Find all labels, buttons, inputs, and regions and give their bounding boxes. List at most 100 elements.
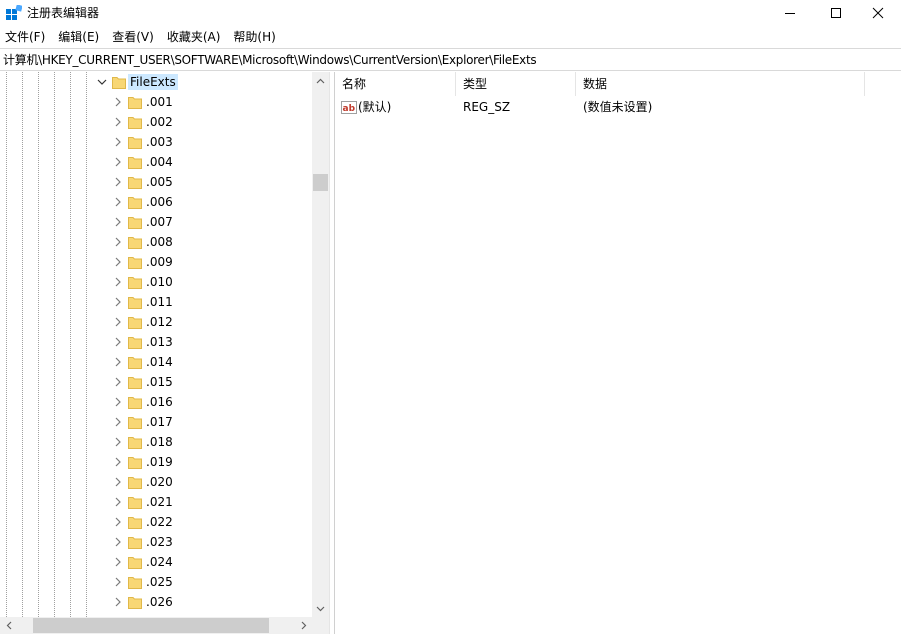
chevron-right-icon[interactable] xyxy=(112,96,124,108)
tree-node[interactable]: .007 xyxy=(0,212,312,232)
folder-icon xyxy=(128,477,142,489)
menu-edit[interactable]: 编辑(E) xyxy=(52,27,106,47)
chevron-right-icon[interactable] xyxy=(112,176,124,188)
chevron-right-icon[interactable] xyxy=(112,316,124,328)
folder-icon xyxy=(128,97,142,109)
horizontal-scroll-thumb[interactable] xyxy=(33,618,269,633)
minimize-button[interactable] xyxy=(767,0,813,26)
chevron-right-icon[interactable] xyxy=(112,236,124,248)
string-value-icon: ab xyxy=(341,101,357,114)
window-title: 注册表编辑器 xyxy=(27,6,100,20)
tree-node-label: .006 xyxy=(146,195,173,209)
tree-node[interactable]: .022 xyxy=(0,512,312,532)
scroll-down-button[interactable] xyxy=(312,600,329,617)
chevron-right-icon[interactable] xyxy=(112,136,124,148)
chevron-right-icon[interactable] xyxy=(112,476,124,488)
menu-view[interactable]: 查看(V) xyxy=(106,27,161,47)
tree-node[interactable]: .003 xyxy=(0,132,312,152)
tree-node[interactable]: .001 xyxy=(0,92,312,112)
vertical-scroll-thumb[interactable] xyxy=(313,174,328,191)
chevron-right-icon[interactable] xyxy=(112,376,124,388)
tree-node[interactable]: .017 xyxy=(0,412,312,432)
tree-node[interactable]: .019 xyxy=(0,452,312,472)
maximize-button[interactable] xyxy=(813,0,859,26)
chevron-right-icon[interactable] xyxy=(112,416,124,428)
title-bar[interactable]: 注册表编辑器 xyxy=(0,0,901,26)
tree-node[interactable]: .008 xyxy=(0,232,312,252)
chevron-right-icon[interactable] xyxy=(112,116,124,128)
tree-node-label: .021 xyxy=(146,495,173,509)
maximize-icon xyxy=(831,8,841,18)
list-item[interactable]: ab (默认) REG_SZ (数值未设置) xyxy=(335,97,901,117)
tree-node-label: .016 xyxy=(146,395,173,409)
tree-node[interactable]: .005 xyxy=(0,172,312,192)
tree-node-label: .010 xyxy=(146,275,173,289)
chevron-right-icon[interactable] xyxy=(112,276,124,288)
column-header-name[interactable]: 名称 xyxy=(335,72,456,96)
folder-icon xyxy=(128,357,142,369)
tree-node[interactable]: .006 xyxy=(0,192,312,212)
chevron-right-icon[interactable] xyxy=(112,596,124,608)
tree-node-label: .020 xyxy=(146,475,173,489)
folder-icon xyxy=(128,417,142,429)
tree-pane[interactable]: FileExts .001 .002 .003 .004 .005 .006 .007 .00… xyxy=(0,72,329,634)
chevron-right-icon[interactable] xyxy=(112,456,124,468)
chevron-right-icon[interactable] xyxy=(112,156,124,168)
address-bar[interactable]: 计算机\HKEY_CURRENT_USER\SOFTWARE\Microsoft… xyxy=(0,48,901,71)
chevron-right-icon[interactable] xyxy=(112,576,124,588)
scroll-corner xyxy=(312,617,329,634)
tree-node[interactable]: .002 xyxy=(0,112,312,132)
tree-node[interactable]: .020 xyxy=(0,472,312,492)
tree-node[interactable]: .009 xyxy=(0,252,312,272)
tree-node[interactable]: .016 xyxy=(0,392,312,412)
tree-node-fileexts[interactable]: FileExts xyxy=(0,72,312,92)
scroll-left-button[interactable] xyxy=(0,617,17,634)
tree-node[interactable]: .004 xyxy=(0,152,312,172)
values-list-pane[interactable]: 名称 类型 数据 ab (默认) REG_SZ (数值未设置) xyxy=(335,72,901,634)
chevron-right-icon[interactable] xyxy=(112,256,124,268)
tree-node[interactable]: .012 xyxy=(0,312,312,332)
tree-node-label: .004 xyxy=(146,155,173,169)
chevron-right-icon[interactable] xyxy=(112,356,124,368)
list-header: 名称 类型 数据 xyxy=(335,72,901,96)
tree-node[interactable]: .021 xyxy=(0,492,312,512)
tree-node[interactable]: .026 xyxy=(0,592,312,612)
folder-icon xyxy=(128,277,142,289)
tree-node[interactable]: .025 xyxy=(0,572,312,592)
chevron-right-icon[interactable] xyxy=(112,396,124,408)
tree-vertical-scrollbar[interactable] xyxy=(312,72,329,617)
tree-node[interactable]: .010 xyxy=(0,272,312,292)
scroll-right-button[interactable] xyxy=(295,617,312,634)
chevron-right-icon[interactable] xyxy=(112,516,124,528)
chevron-right-icon[interactable] xyxy=(112,436,124,448)
menu-file[interactable]: 文件(F) xyxy=(0,27,52,47)
address-path[interactable]: 计算机\HKEY_CURRENT_USER\SOFTWARE\Microsoft… xyxy=(3,51,537,69)
chevron-right-icon[interactable] xyxy=(112,336,124,348)
tree-node[interactable]: .018 xyxy=(0,432,312,452)
chevron-right-icon[interactable] xyxy=(112,296,124,308)
chevron-right-icon[interactable] xyxy=(112,536,124,548)
chevron-down-icon[interactable] xyxy=(96,76,108,88)
tree-node[interactable]: .024 xyxy=(0,552,312,572)
chevron-right-icon[interactable] xyxy=(112,556,124,568)
scroll-up-button[interactable] xyxy=(312,72,329,89)
column-header-type[interactable]: 类型 xyxy=(456,72,576,96)
folder-icon xyxy=(112,77,126,89)
chevron-right-icon[interactable] xyxy=(112,216,124,228)
close-button[interactable] xyxy=(855,0,901,26)
folder-icon xyxy=(128,557,142,569)
column-header-data[interactable]: 数据 xyxy=(576,72,865,96)
tree-node[interactable]: .011 xyxy=(0,292,312,312)
tree-node[interactable]: .013 xyxy=(0,332,312,352)
tree-node[interactable]: .015 xyxy=(0,372,312,392)
chevron-right-icon[interactable] xyxy=(112,196,124,208)
chevron-right-icon[interactable] xyxy=(112,496,124,508)
chevron-up-icon xyxy=(316,78,325,83)
tree-horizontal-scrollbar[interactable] xyxy=(0,617,312,634)
tree-node[interactable]: .023 xyxy=(0,532,312,552)
tree-node[interactable]: .014 xyxy=(0,352,312,372)
menu-help[interactable]: 帮助(H) xyxy=(227,27,282,47)
tree-node-label: .009 xyxy=(146,255,173,269)
tree-node-label: .015 xyxy=(146,375,173,389)
menu-favorites[interactable]: 收藏夹(A) xyxy=(161,27,228,47)
